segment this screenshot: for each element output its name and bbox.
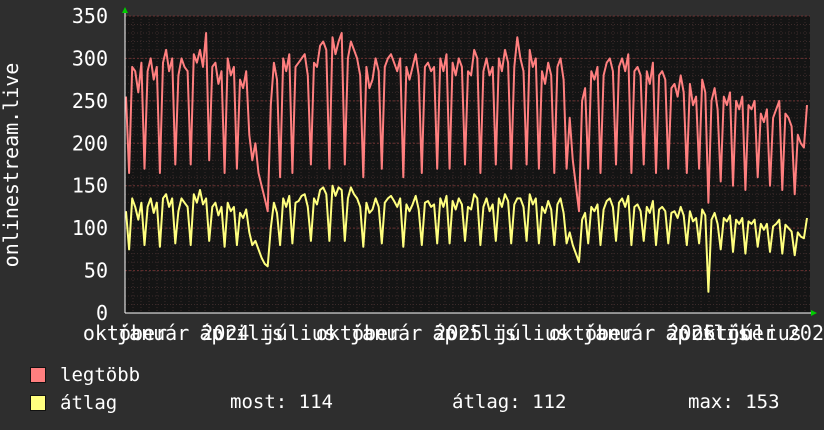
y-tick-label: 300 xyxy=(72,46,108,70)
y-tick-label: 250 xyxy=(72,89,108,113)
legend-label-legtobb: legtöbb xyxy=(60,364,141,386)
x-tick-labels: októberjanuár 2024áprilisjúliusoktóberja… xyxy=(83,321,824,345)
y-tick-label: 200 xyxy=(72,131,108,155)
legend-item-legtobb: legtöbb xyxy=(30,362,140,388)
legend-swatch-legtobb xyxy=(30,367,46,383)
chart-svg: 050100150200250300350 októberjanuár 2024… xyxy=(0,4,824,345)
stat-max: max: 153 xyxy=(688,391,780,413)
legend-item-atlag: átlag xyxy=(30,390,117,416)
x-axis-arrow-icon xyxy=(811,310,817,316)
x-tick-label: október 202 xyxy=(692,321,824,345)
y-axis-label: onlinestream.live xyxy=(0,63,23,268)
stat-most: most: 114 xyxy=(230,391,333,413)
y-axis-arrow-icon xyxy=(122,7,128,13)
y-tick-labels: 050100150200250300350 xyxy=(72,4,108,325)
y-tick-label: 100 xyxy=(72,216,108,240)
legend-swatch-atlag xyxy=(30,395,46,411)
legend-label-atlag: átlag xyxy=(60,392,118,414)
stat-atlag: átlag: 112 xyxy=(452,391,567,413)
y-tick-label: 350 xyxy=(72,4,108,28)
y-tick-label: 150 xyxy=(72,174,108,198)
y-tick-label: 50 xyxy=(84,259,108,283)
